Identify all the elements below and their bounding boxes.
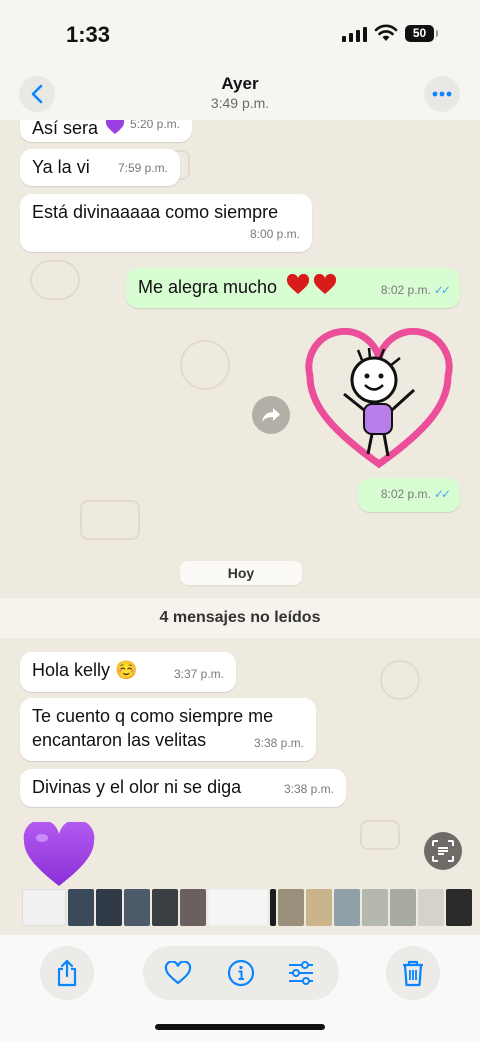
- incoming-message[interactable]: Está divinaaaaa como siempre 8:00 p.m.: [20, 194, 312, 252]
- outgoing-message[interactable]: Me alegra mucho 8:02 p.m. ✓✓: [126, 268, 460, 308]
- photo-thumbnail[interactable]: [446, 889, 472, 926]
- incoming-message[interactable]: Te cuento q como siempre me encantaron l…: [20, 698, 316, 761]
- purple-heart-emoji: [105, 120, 125, 141]
- wallpaper-doodle: [80, 500, 140, 540]
- photo-thumbnail[interactable]: [180, 889, 206, 926]
- photo-thumbnail[interactable]: [152, 889, 178, 926]
- message-time: 8:02 p.m.: [380, 487, 431, 501]
- photo-thumbnail[interactable]: [22, 889, 66, 926]
- photo-thumbnail[interactable]: [390, 889, 416, 926]
- photo-thumbnail-strip[interactable]: [22, 889, 472, 926]
- photo-toolbar: [0, 935, 480, 1041]
- favorite-button[interactable]: [164, 959, 192, 987]
- message-meta: 8:02 p.m. ✓✓: [380, 482, 451, 506]
- home-indicator[interactable]: [155, 1024, 325, 1030]
- message-time: 7:59 p.m.: [117, 161, 168, 175]
- red-hearts-emoji: [286, 273, 338, 302]
- photo-thumbnail[interactable]: [362, 889, 388, 926]
- photo-thumbnail[interactable]: [96, 889, 122, 926]
- photo-thumbnail[interactable]: [208, 889, 268, 926]
- incoming-message[interactable]: Ya la vi 7:59 p.m.: [20, 149, 180, 186]
- message-time: 3:38 p.m.: [253, 736, 304, 750]
- day-divider: Hoy: [180, 561, 302, 585]
- message-text: Me alegra mucho: [138, 276, 278, 297]
- photo-thumbnail[interactable]: [270, 889, 276, 926]
- wallpaper-doodle: [380, 660, 420, 700]
- share-button[interactable]: [40, 946, 94, 1000]
- photo-thumbnail[interactable]: [278, 889, 304, 926]
- message-text: Así sera: [32, 120, 99, 138]
- adjust-button[interactable]: [287, 959, 315, 987]
- wifi-icon: [374, 24, 398, 41]
- outgoing-message-meta[interactable]: 8:02 p.m. ✓✓: [358, 478, 460, 512]
- message-meta: 8:02 p.m. ✓✓: [380, 278, 451, 302]
- message-time: 8:00 p.m.: [249, 227, 300, 241]
- forward-button[interactable]: [252, 396, 290, 434]
- purple-heart-emoji-message[interactable]: [22, 822, 96, 888]
- cellular-signal-icon: [342, 26, 367, 42]
- incoming-message[interactable]: Divinas y el olor ni se diga 3:38 p.m.: [20, 769, 346, 807]
- message-time: 8:02 p.m.: [380, 283, 431, 297]
- heart-icon: [164, 961, 192, 985]
- sliders-icon: [289, 961, 313, 985]
- info-button[interactable]: [227, 959, 255, 987]
- message-text: Hola kelly ☺️: [32, 660, 138, 680]
- info-icon: [227, 959, 255, 987]
- message-text: Te cuento q como siempre me encantaron l…: [32, 706, 274, 750]
- more-options-button[interactable]: [424, 76, 460, 112]
- photo-thumbnail[interactable]: [418, 889, 444, 926]
- photo-thumbnail[interactable]: [334, 889, 360, 926]
- chat-date-title: Ayer: [221, 74, 259, 93]
- read-receipt-icon: ✓✓: [433, 487, 451, 501]
- wallpaper-doodle: [30, 260, 80, 300]
- photo-actions-group: [143, 946, 339, 1000]
- incoming-message[interactable]: Así sera 5:20 p.m.: [20, 120, 192, 142]
- read-receipt-icon: ✓✓: [433, 283, 451, 297]
- battery-icon: 50: [405, 25, 438, 42]
- message-time: 3:37 p.m.: [173, 667, 224, 681]
- chat-time-subtitle: 3:49 p.m.: [210, 95, 270, 111]
- share-icon: [57, 959, 77, 987]
- live-text-button[interactable]: [424, 832, 462, 870]
- ellipsis-icon: [432, 91, 452, 97]
- forward-arrow-icon: [262, 408, 280, 422]
- chat-area[interactable]: Así sera 5:20 p.m. Ya la vi 7:59 p.m. Es…: [0, 120, 480, 935]
- status-time: 1:33: [66, 22, 111, 47]
- message-text: Ya la vi: [32, 157, 90, 177]
- photo-thumbnail[interactable]: [124, 889, 150, 926]
- delete-button[interactable]: [386, 946, 440, 1000]
- message-time: 5:20 p.m.: [129, 120, 180, 131]
- chat-header: Ayer 3:49 p.m.: [0, 68, 480, 120]
- message-time: 3:38 p.m.: [283, 782, 334, 796]
- unread-messages-banner: 4 mensajes no leídos: [0, 598, 480, 638]
- wallpaper-doodle: [360, 820, 400, 850]
- live-text-icon: [432, 840, 454, 862]
- incoming-message[interactable]: Hola kelly ☺️ 3:37 p.m.: [20, 652, 236, 692]
- wallpaper-doodle: [180, 340, 230, 390]
- photo-thumbnail[interactable]: [306, 889, 332, 926]
- message-text: Está divinaaaaa como siempre: [32, 202, 279, 222]
- message-text: Divinas y el olor ni se diga: [32, 777, 242, 797]
- status-bar: 1:33 50: [0, 0, 480, 68]
- photo-thumbnail[interactable]: [68, 889, 94, 926]
- trash-icon: [403, 960, 423, 987]
- heart-sticker-image[interactable]: [304, 324, 454, 474]
